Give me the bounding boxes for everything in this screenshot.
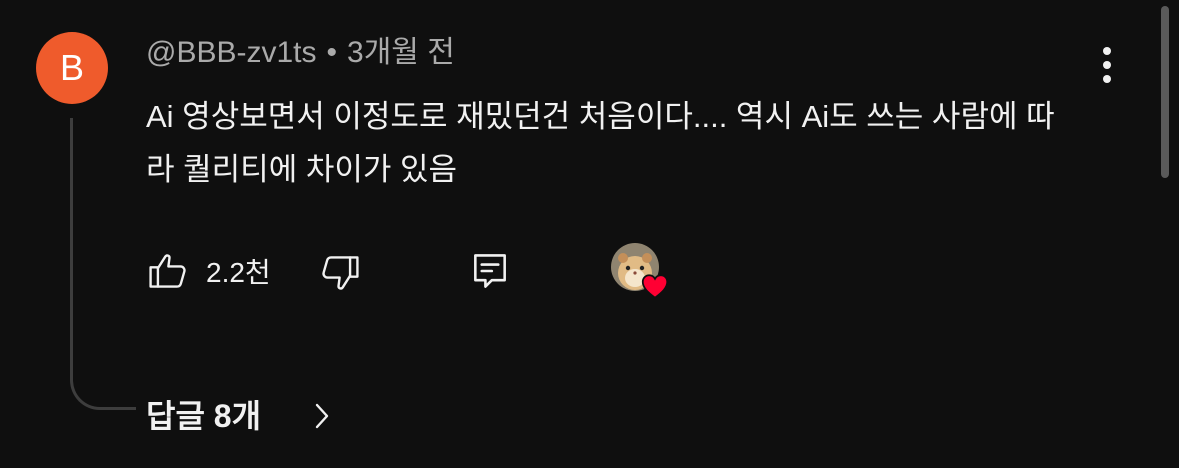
replies-label: 답글 8개: [146, 398, 262, 434]
chevron-right-icon[interactable]: [312, 402, 332, 435]
heart-badge-icon: [641, 273, 669, 304]
comment-header: @BBB-zv1ts • 3개월 전: [146, 33, 455, 73]
thumbs-up-icon[interactable]: [146, 249, 190, 298]
comment-timestamp[interactable]: 3개월 전: [347, 36, 455, 69]
scrollbar[interactable]: [1161, 6, 1169, 178]
more-vert-icon[interactable]: [1092, 44, 1122, 86]
replies-toggle-button[interactable]: 답글 8개: [146, 393, 261, 439]
creator-heart-icon[interactable]: [611, 243, 669, 299]
thread-connector-line: [70, 118, 136, 410]
comment-text: Ai 영상보면서 이정도로 재밌던건 처음이다.... 역시 Ai도 쓰는 사람…: [146, 99, 1055, 187]
like-count: 2.2천: [206, 257, 271, 288]
thumbs-down-icon[interactable]: [318, 251, 362, 300]
reply-comment-icon[interactable]: [468, 249, 512, 298]
author-handle[interactable]: @BBB-zv1ts: [146, 36, 317, 69]
author-avatar[interactable]: B: [36, 32, 108, 104]
avatar-initial: B: [59, 47, 84, 88]
meta-separator: •: [326, 36, 338, 69]
